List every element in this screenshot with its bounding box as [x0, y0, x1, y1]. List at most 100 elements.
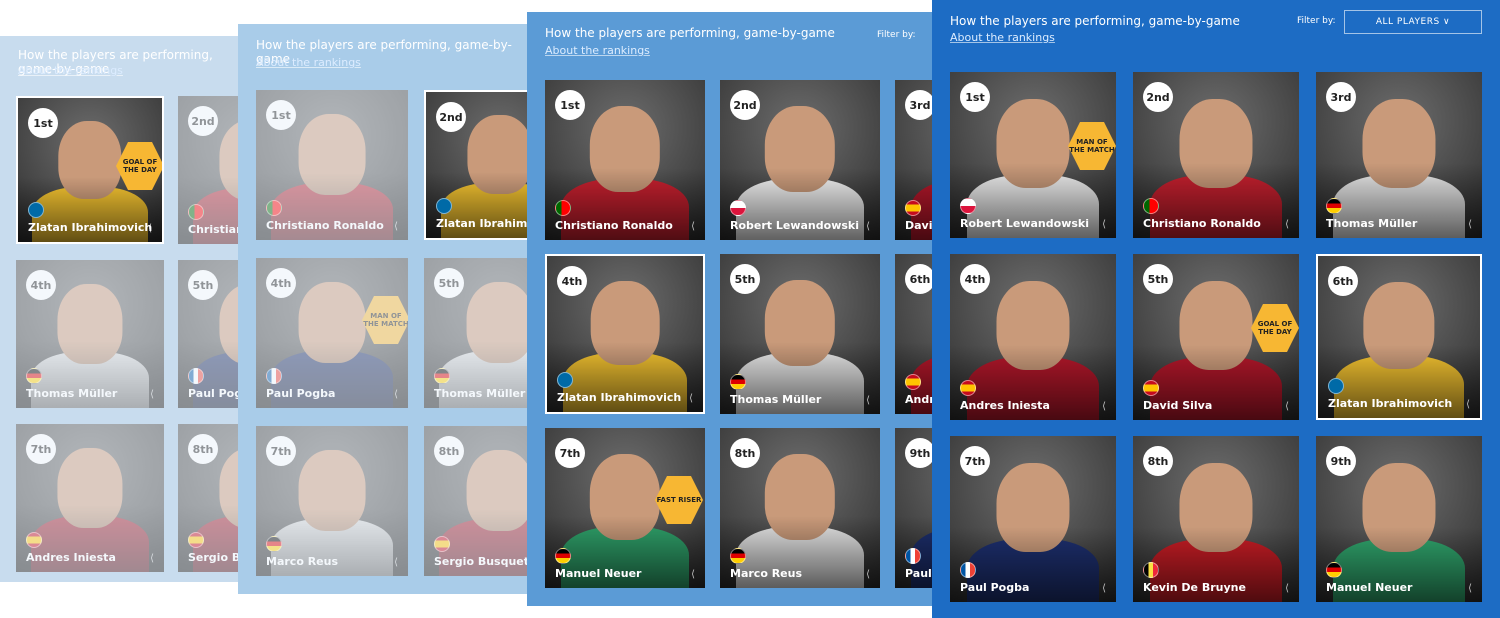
country-flag-icon	[960, 562, 976, 578]
player-card[interactable]: 2nd Christiano Ronaldo ⟨	[1133, 72, 1299, 238]
country-flag-icon	[905, 200, 921, 216]
player-name: Christiano Ronaldo	[555, 219, 673, 232]
country-flag-icon	[557, 372, 573, 388]
country-flag-icon	[730, 200, 746, 216]
rank-badge: 6th	[1328, 266, 1358, 296]
share-icon[interactable]: ⟨	[866, 221, 870, 232]
share-icon[interactable]: ⟨	[866, 569, 870, 580]
player-name: Zlatan Ibrahimovich	[1328, 397, 1453, 410]
share-icon[interactable]: ⟨	[1285, 583, 1289, 594]
share-icon[interactable]: ⟨	[1466, 399, 1470, 410]
panel-2: How the players are performing, game-by-…	[238, 24, 538, 594]
country-flag-icon	[1143, 198, 1159, 214]
rank-badge: 3rd	[905, 90, 935, 120]
player-card[interactable]: 5thThomas Müller⟨	[720, 254, 880, 414]
country-flag-icon	[1328, 378, 1344, 394]
country-flag-icon	[960, 198, 976, 214]
rank-badge: 2nd	[1143, 82, 1173, 112]
about-rankings-link[interactable]: About the rankings	[18, 64, 123, 77]
rank-badge: 7th	[555, 438, 585, 468]
rank-badge: 8th	[1143, 446, 1173, 476]
fade-overlay	[256, 258, 408, 408]
share-icon[interactable]: ⟨	[691, 221, 695, 232]
share-icon[interactable]: ⟨	[691, 569, 695, 580]
player-card[interactable]: 7th FAST RISER Manuel Neuer ⟨	[545, 428, 705, 588]
player-name: Zlatan Ibrahimovich	[557, 391, 682, 404]
panel-1: How the players are performing, game-by-…	[0, 36, 250, 582]
about-rankings-link[interactable]: About the rankings	[256, 56, 361, 69]
filter-label: Filter by:	[1297, 16, 1336, 26]
country-flag-icon	[1143, 562, 1159, 578]
player-card[interactable]: 3rd Thomas Müller ⟨	[1316, 72, 1482, 238]
player-card[interactable]: 2ndZlatan Ibrahimovich⟨	[424, 90, 538, 240]
player-card[interactable]: 1st Christiano Ronaldo ⟨	[545, 80, 705, 240]
player-card[interactable]: 5th GOAL OF THE DAY David Silva ⟨	[1133, 254, 1299, 420]
country-flag-icon	[905, 548, 921, 564]
fade-overlay	[424, 426, 538, 576]
country-flag-icon	[730, 548, 746, 564]
player-card[interactable]: 9th Manuel Neuer ⟨	[1316, 436, 1482, 602]
about-rankings-link[interactable]: About the rankings	[545, 44, 650, 57]
player-card[interactable]: 5thThomas Müller⟨	[424, 258, 538, 408]
about-rankings-link[interactable]: About the rankings	[950, 31, 1055, 44]
rank-badge: 4th	[557, 266, 587, 296]
player-card[interactable]: 6th Zlatan Ibrahimovich ⟨	[1316, 254, 1482, 420]
player-card[interactable]: 4th Zlatan Ibrahimovich ⟨	[545, 254, 705, 414]
rank-badge: 8th	[730, 438, 760, 468]
rank-badge: 1st	[960, 82, 990, 112]
panel-4: How the players are performing, game-by-…	[932, 0, 1500, 618]
panel-title: How the players are performing, game-by-…	[950, 14, 1240, 28]
share-icon[interactable]: ⟨	[1102, 583, 1106, 594]
player-card[interactable]: 8th Marco Reus ⟨	[720, 428, 880, 588]
player-card[interactable]: 1st GOAL OF THE DAY Zlatan Ibrahimovich ⟨	[16, 96, 164, 244]
player-name: David Silva	[1143, 399, 1213, 412]
country-flag-icon	[905, 374, 921, 390]
player-card[interactable]: 7thAndres Iniesta⟨	[16, 424, 164, 572]
share-icon[interactable]: ⟨	[1102, 219, 1106, 230]
player-card[interactable]: 7thMarco Reus⟨	[256, 426, 408, 576]
share-icon[interactable]: ⟨	[1102, 401, 1106, 412]
rank-badge: 9th	[905, 438, 935, 468]
country-flag-icon	[1326, 198, 1342, 214]
share-icon[interactable]: ⟨	[1285, 219, 1289, 230]
player-card[interactable]: 8thSergio Busquets⟨	[424, 426, 538, 576]
player-name: Manuel Neuer	[1326, 581, 1413, 594]
country-flag-icon	[555, 548, 571, 564]
player-name: Kevin De Bruyne	[1143, 581, 1246, 594]
share-icon[interactable]: ⟨	[148, 223, 152, 234]
player-name: Paul Pogba	[960, 581, 1030, 594]
player-name: Zlatan Ibrahimovich	[436, 217, 538, 230]
player-name: Christiano Ronaldo	[1143, 217, 1261, 230]
player-card[interactable]: 4thThomas Müller⟨	[16, 260, 164, 408]
player-name: Marco Reus	[730, 567, 803, 580]
player-card[interactable]: 1st MAN OF THE MATCH Robert Lewandowski ⟨	[950, 72, 1116, 238]
country-flag-icon	[1143, 380, 1159, 396]
share-icon[interactable]: ⟨	[1468, 583, 1472, 594]
country-flag-icon	[555, 200, 571, 216]
share-icon[interactable]: ⟨	[866, 395, 870, 406]
country-flag-icon	[1326, 562, 1342, 578]
filter-label: Filter by:	[877, 30, 916, 40]
player-card[interactable]: 8th Kevin De Bruyne ⟨	[1133, 436, 1299, 602]
share-icon[interactable]: ⟨	[689, 393, 693, 404]
panel-title: How the players are performing, game-by-…	[545, 26, 835, 40]
player-card[interactable]: 7th Paul Pogba ⟨	[950, 436, 1116, 602]
share-icon[interactable]: ⟨	[1285, 401, 1289, 412]
share-icon[interactable]: ⟨	[1468, 219, 1472, 230]
country-flag-icon	[436, 198, 452, 214]
fade-overlay	[256, 90, 408, 240]
rank-badge: 3rd	[1326, 82, 1356, 112]
player-card[interactable]: 4thMAN OF THE MATCHPaul Pogba⟨	[256, 258, 408, 408]
country-flag-icon	[28, 202, 44, 218]
rank-badge: 7th	[960, 446, 990, 476]
player-card[interactable]: 1stChristiano Ronaldo⟨	[256, 90, 408, 240]
player-card[interactable]: 4th Andres Iniesta ⟨	[950, 254, 1116, 420]
player-name: Zlatan Ibrahimovich	[28, 221, 153, 234]
rank-badge: 6th	[905, 264, 935, 294]
player-name: Andres Iniesta	[960, 399, 1050, 412]
rank-badge: 5th	[1143, 264, 1173, 294]
filter-dropdown[interactable]: ALL PLAYERS ∨	[1344, 10, 1482, 34]
country-flag-icon	[960, 380, 976, 396]
player-card[interactable]: 2nd Robert Lewandowski ⟨	[720, 80, 880, 240]
rank-badge: 1st	[555, 90, 585, 120]
